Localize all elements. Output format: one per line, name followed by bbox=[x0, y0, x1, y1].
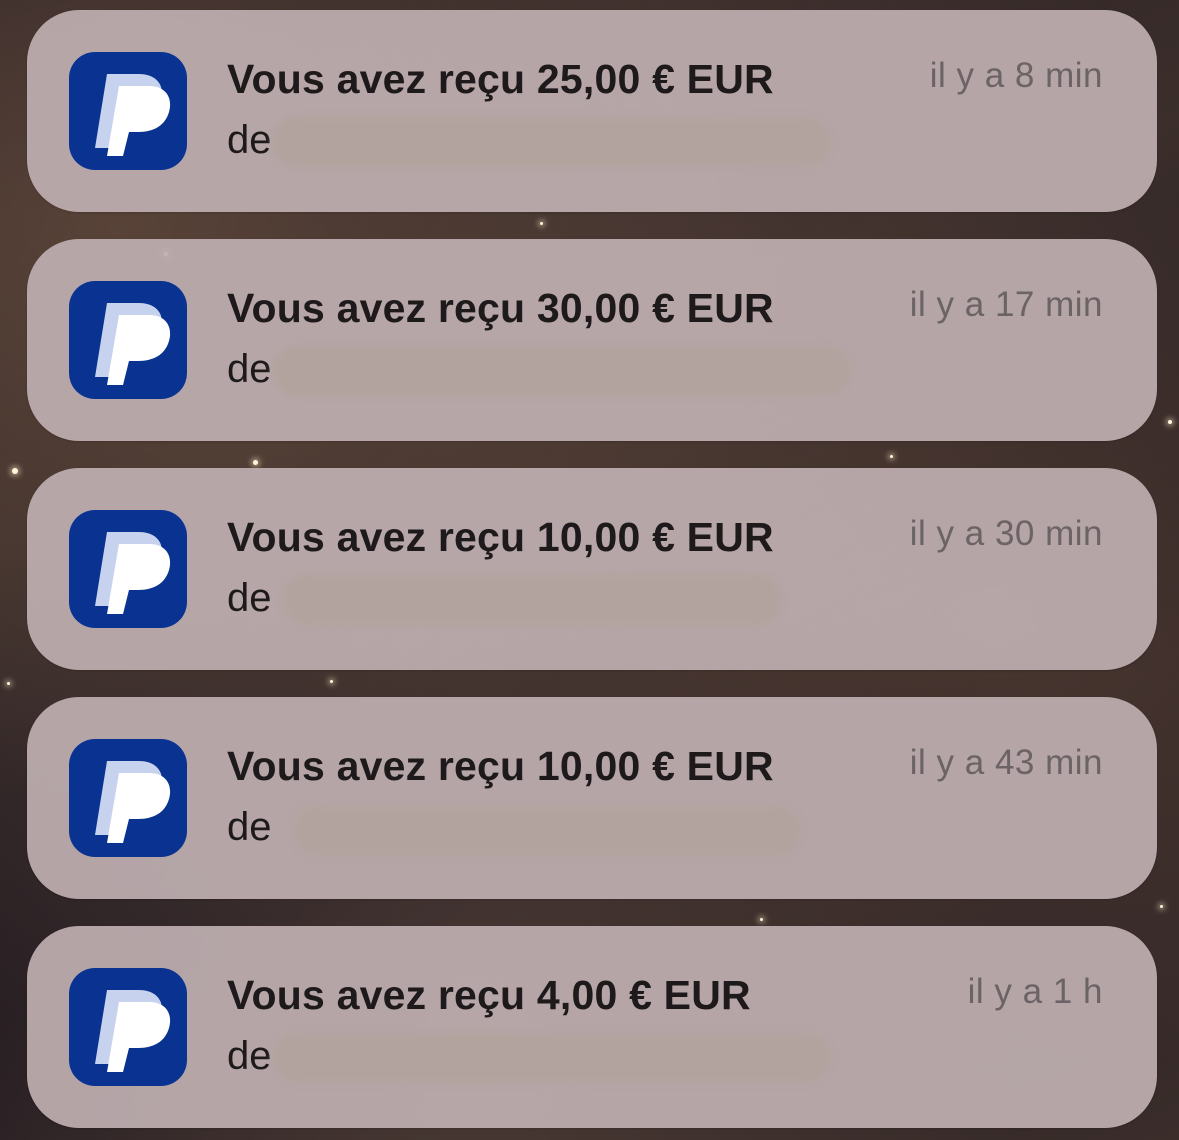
notification-time: il y a 1 h bbox=[967, 972, 1103, 1011]
notification-title: Vous avez reçu 30,00 € EUR bbox=[227, 285, 774, 331]
notification-body: de bbox=[227, 576, 272, 620]
notification-card[interactable]: Vous avez reçu 4,00 € EUR de il y a 1 h bbox=[27, 926, 1157, 1128]
paypal-icon bbox=[69, 281, 187, 399]
notification-time: il y a 30 min bbox=[909, 514, 1103, 553]
notification-title: Vous avez reçu 4,00 € EUR bbox=[227, 972, 751, 1018]
redacted-sender bbox=[272, 116, 832, 168]
paypal-icon bbox=[69, 968, 187, 1086]
notification-title: Vous avez reçu 10,00 € EUR bbox=[227, 514, 774, 560]
notification-card[interactable]: Vous avez reçu 10,00 € EUR de il y a 43 … bbox=[27, 697, 1157, 899]
notification-body: de bbox=[227, 347, 272, 391]
paypal-icon bbox=[69, 510, 187, 628]
notification-body: de bbox=[227, 118, 272, 162]
notification-body: de bbox=[227, 1034, 272, 1078]
redacted-sender bbox=[282, 574, 782, 626]
notification-card[interactable]: Vous avez reçu 30,00 € EUR de il y a 17 … bbox=[27, 239, 1157, 441]
notification-card[interactable]: Vous avez reçu 10,00 € EUR de il y a 30 … bbox=[27, 468, 1157, 670]
redacted-sender bbox=[292, 805, 802, 857]
notification-time: il y a 17 min bbox=[909, 285, 1103, 324]
notification-body: de bbox=[227, 805, 272, 849]
notification-card[interactable]: Vous avez reçu 25,00 € EUR de il y a 8 m… bbox=[27, 10, 1157, 212]
redacted-sender bbox=[272, 345, 852, 397]
notification-title: Vous avez reçu 25,00 € EUR bbox=[227, 56, 774, 102]
notification-title: Vous avez reçu 10,00 € EUR bbox=[227, 743, 774, 789]
notification-time: il y a 43 min bbox=[909, 743, 1103, 782]
paypal-icon bbox=[69, 52, 187, 170]
paypal-icon bbox=[69, 739, 187, 857]
redacted-sender bbox=[272, 1032, 832, 1084]
notification-time: il y a 8 min bbox=[929, 56, 1103, 95]
